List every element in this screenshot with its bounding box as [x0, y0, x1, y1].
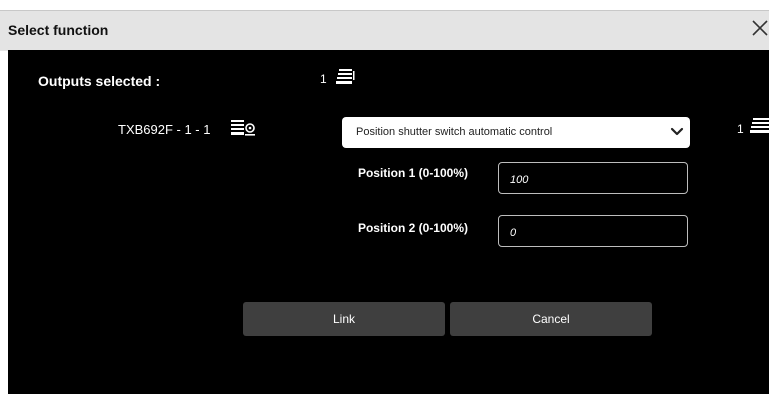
position-1-input[interactable]: 100: [498, 162, 688, 194]
device-settings-icon[interactable]: [231, 119, 257, 142]
right-stack-icon: [750, 117, 769, 140]
close-icon[interactable]: [750, 18, 769, 38]
dialog-titlebar: Select function: [0, 10, 769, 51]
position-1-label: Position 1 (0-100%): [357, 166, 468, 180]
function-select[interactable]: Position shutter switch automatic contro…: [342, 117, 690, 148]
outputs-stack-icon: [336, 68, 356, 91]
function-select-value: Position shutter switch automatic contro…: [356, 126, 553, 138]
outputs-selected-count: 1: [320, 72, 327, 86]
chevron-down-icon: [670, 125, 684, 142]
position-2-label: Position 2 (0-100%): [357, 221, 468, 235]
device-label: TXB692F - 1 - 1: [118, 122, 211, 137]
dialog-body: Outputs selected : 1 TXB692F - 1 - 1 Pos…: [8, 50, 769, 394]
link-button[interactable]: Link: [243, 302, 445, 336]
position-2-input[interactable]: 0: [498, 215, 688, 247]
cancel-button[interactable]: Cancel: [450, 302, 652, 336]
right-outputs-count: 1: [737, 122, 744, 136]
outputs-selected-label: Outputs selected :: [38, 73, 161, 89]
dialog-title: Select function: [8, 22, 109, 38]
